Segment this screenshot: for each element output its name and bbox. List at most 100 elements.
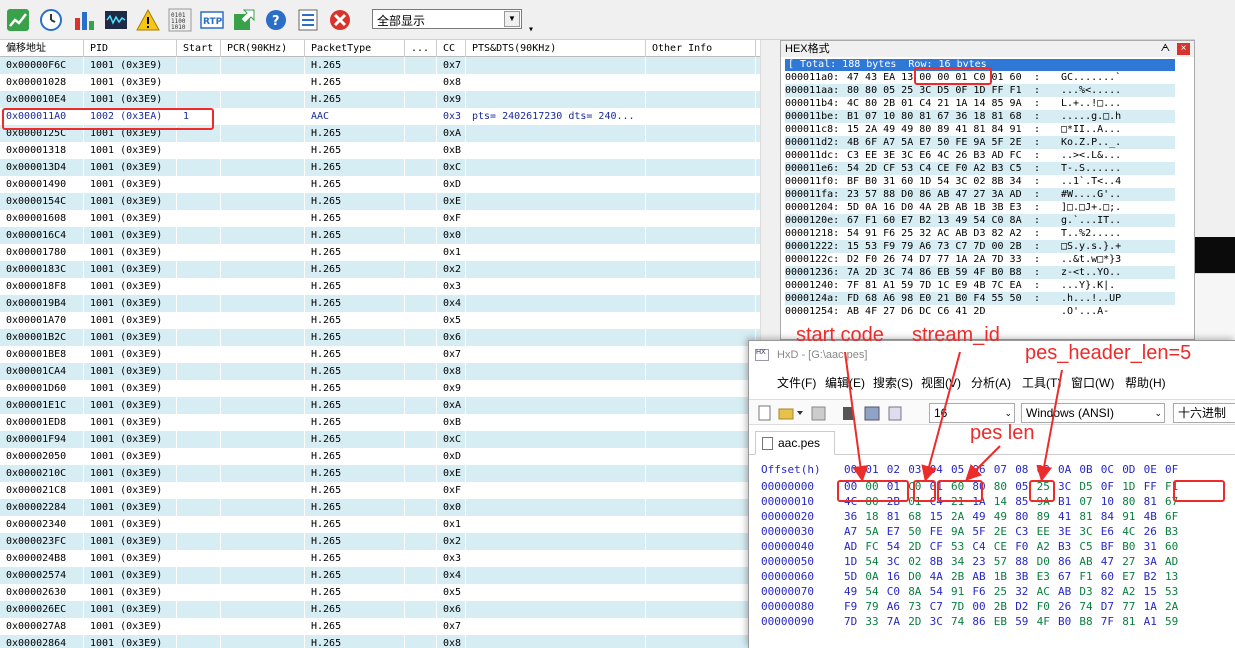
- export-icon[interactable]: [232, 8, 256, 32]
- table-row[interactable]: 0x000026EC 1001 (0x3E9) H.265 0x6: [0, 601, 760, 618]
- hex-byte[interactable]: 81: [1079, 509, 1092, 524]
- table-row[interactable]: 0x00001A70 1001 (0x3E9) H.265 0x5: [0, 312, 760, 329]
- hex-byte[interactable]: E7: [887, 524, 900, 539]
- column-header[interactable]: PID: [84, 40, 177, 57]
- tab-aac-pes[interactable]: aac.pes: [755, 431, 835, 455]
- hex-byte[interactable]: EE: [1037, 524, 1050, 539]
- hex-byte[interactable]: 2E: [994, 524, 1007, 539]
- hex-byte[interactable]: A2: [1037, 539, 1050, 554]
- hex-byte[interactable]: C3: [1015, 524, 1028, 539]
- hex-byte[interactable]: 7D: [844, 614, 857, 629]
- hex-byte[interactable]: 82: [1101, 584, 1114, 599]
- clock-icon[interactable]: [39, 8, 63, 32]
- hex-byte[interactable]: 86: [972, 614, 985, 629]
- table-row[interactable]: 0x00000F6C 1001 (0x3E9) H.265 0x7: [0, 57, 760, 74]
- table-row[interactable]: 0x00001ED8 1001 (0x3E9) H.265 0xB: [0, 414, 760, 431]
- bytes-per-row-select[interactable]: 16 ⌄: [929, 403, 1015, 423]
- column-header[interactable]: CC: [437, 40, 466, 57]
- hex-byte[interactable]: 4B: [1144, 509, 1157, 524]
- hex-byte[interactable]: 59: [1015, 614, 1028, 629]
- hex-byte[interactable]: 0A: [865, 569, 878, 584]
- table-row[interactable]: 0x00002864 1001 (0x3E9) H.265 0x8: [0, 635, 760, 648]
- table-row[interactable]: 0x00001490 1001 (0x3E9) H.265 0xD: [0, 176, 760, 193]
- table-row[interactable]: 0x0000183C 1001 (0x3E9) H.265 0x2: [0, 261, 760, 278]
- table-row[interactable]: 0x000027A8 1001 (0x3E9) H.265 0x7: [0, 618, 760, 635]
- hex-byte[interactable]: 47: [1101, 554, 1114, 569]
- menu-item[interactable]: 搜索(S): [873, 373, 913, 393]
- chevron-down-icon[interactable]: ▼: [504, 11, 520, 27]
- hex-byte[interactable]: 50: [908, 524, 921, 539]
- table-row[interactable]: 0x000024B8 1001 (0x3E9) H.265 0x3: [0, 550, 760, 567]
- hex-byte[interactable]: F1: [1079, 569, 1092, 584]
- hex-byte[interactable]: 5D: [844, 569, 857, 584]
- hex-byte[interactable]: 5A: [865, 524, 878, 539]
- hex-byte[interactable]: 74: [1079, 599, 1092, 614]
- hex-byte[interactable]: D2: [1015, 599, 1028, 614]
- hex-byte[interactable]: D5: [1079, 479, 1092, 494]
- hex-byte[interactable]: FC: [865, 539, 878, 554]
- hex-byte[interactable]: 80: [1015, 509, 1028, 524]
- hex-byte[interactable]: 4C: [1122, 524, 1135, 539]
- hex-byte[interactable]: EB: [994, 614, 1007, 629]
- hex-byte[interactable]: 8B: [930, 554, 943, 569]
- hex-byte[interactable]: 60: [1165, 539, 1178, 554]
- charset-select[interactable]: Windows (ANSI) ⌄: [1021, 403, 1165, 423]
- hex-byte[interactable]: 73: [908, 599, 921, 614]
- hex-byte[interactable]: 2B: [994, 599, 1007, 614]
- table-row[interactable]: 0x00001BE8 1001 (0x3E9) H.265 0x7: [0, 346, 760, 363]
- hex-byte[interactable]: 49: [972, 509, 985, 524]
- hex-byte[interactable]: AB: [972, 569, 985, 584]
- filter-select[interactable]: 全部显示 ▼: [372, 9, 522, 29]
- hex-byte[interactable]: 1D: [844, 554, 857, 569]
- hex-byte[interactable]: B1: [1058, 494, 1071, 509]
- column-header[interactable]: Start: [177, 40, 221, 57]
- hex-byte[interactable]: 49: [994, 509, 1007, 524]
- hex-byte[interactable]: 6F: [1165, 509, 1178, 524]
- hex-byte[interactable]: CF: [930, 539, 943, 554]
- hex-byte[interactable]: AB: [1079, 554, 1092, 569]
- menu-item[interactable]: 工具(T): [1022, 373, 1061, 393]
- hex-byte[interactable]: 81: [887, 509, 900, 524]
- hex-byte[interactable]: 2A: [951, 509, 964, 524]
- hex-byte[interactable]: 80: [994, 479, 1007, 494]
- table-row[interactable]: 0x00002630 1001 (0x3E9) H.265 0x5: [0, 584, 760, 601]
- hex-byte[interactable]: 05: [1015, 479, 1028, 494]
- column-header[interactable]: PacketType: [305, 40, 405, 57]
- table-row[interactable]: 0x000013D4 1001 (0x3E9) H.265 0xC: [0, 159, 760, 176]
- table-row[interactable]: 0x0000210C 1001 (0x3E9) H.265 0xE: [0, 465, 760, 482]
- table-row[interactable]: 0x000019B4 1001 (0x3E9) H.265 0x4: [0, 295, 760, 312]
- hex-byte[interactable]: C0: [887, 584, 900, 599]
- hxd-hex-grid[interactable]: Offset(h) 00 01 02 03 04 05 06 07 08 09 0A 0B 0C 0D 0E 0…: [761, 461, 1235, 629]
- hex-byte[interactable]: 91: [1122, 509, 1135, 524]
- hex-byte[interactable]: 15: [1144, 584, 1157, 599]
- hex-byte[interactable]: BF: [1101, 539, 1114, 554]
- hex-byte[interactable]: 2A: [1165, 599, 1178, 614]
- hex-byte[interactable]: 8A: [908, 584, 921, 599]
- hex-byte[interactable]: 49: [844, 584, 857, 599]
- pin-icon[interactable]: ᗅ: [1161, 41, 1170, 57]
- hex-byte[interactable]: 07: [1079, 494, 1092, 509]
- hex-byte[interactable]: 14: [994, 494, 1007, 509]
- hex-byte[interactable]: 33: [865, 614, 878, 629]
- hex-byte[interactable]: 3E: [1058, 524, 1071, 539]
- table-row[interactable]: 0x00002050 1001 (0x3E9) H.265 0xD: [0, 448, 760, 465]
- table-row[interactable]: 0x00001028 1001 (0x3E9) H.265 0x8: [0, 74, 760, 91]
- table-row[interactable]: 0x000021C8 1001 (0x3E9) H.265 0xF: [0, 482, 760, 499]
- hex-byte[interactable]: 1A: [1144, 599, 1157, 614]
- table-row[interactable]: 0x00001608 1001 (0x3E9) H.265 0xF: [0, 210, 760, 227]
- hex-byte[interactable]: 32: [1015, 584, 1028, 599]
- hex-byte[interactable]: FF: [1144, 479, 1157, 494]
- table-row[interactable]: 0x000023FC 1001 (0x3E9) H.265 0x2: [0, 533, 760, 550]
- rtp-icon[interactable]: RTP: [200, 8, 224, 32]
- hex-byte[interactable]: 68: [908, 509, 921, 524]
- hex-byte[interactable]: 2B: [951, 569, 964, 584]
- hex-byte[interactable]: 15: [930, 509, 943, 524]
- column-header[interactable]: 偏移地址: [0, 40, 84, 57]
- hex-byte[interactable]: 7F: [1101, 614, 1114, 629]
- hex-byte[interactable]: CE: [994, 539, 1007, 554]
- hex-byte[interactable]: 54: [930, 584, 943, 599]
- hex-byte[interactable]: 77: [1122, 599, 1135, 614]
- hex-byte[interactable]: 3A: [1144, 554, 1157, 569]
- hex-byte[interactable]: 0F: [1101, 479, 1114, 494]
- hex-byte[interactable]: 80: [1122, 494, 1135, 509]
